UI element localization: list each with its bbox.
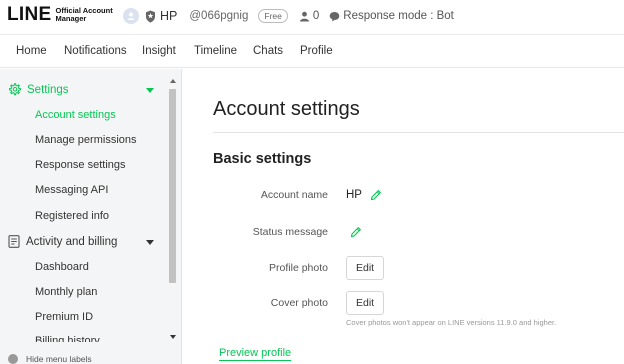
nav-timeline[interactable]: Timeline [194,45,237,57]
cover-photo-label: Cover photo [270,297,328,309]
sidebar-item-manage-permissions[interactable]: Manage permissions [35,134,137,146]
account-name-value: HP [346,189,362,201]
activity-caret-icon[interactable] [146,240,154,245]
sidebar-item-premium-id[interactable]: Premium ID [35,311,93,323]
nav-home[interactable]: Home [16,45,47,57]
avatar-icon[interactable] [123,8,139,24]
account-name[interactable]: HP [160,9,177,23]
hide-menu-labels-text: Hide menu labels [26,354,92,364]
plan-badge: Free [258,9,288,23]
logo-wordmark: LINE [7,4,52,25]
chat-bubble-icon [329,11,340,21]
top-header: LINE Official Account Manager HP @066pgn… [0,0,624,34]
logo-subtitle: Official Account Manager [55,7,112,23]
shield-icon [146,10,155,22]
main-nav: Home Notifications Insight Timeline Chat… [0,34,624,68]
main-content: Account settings Basic settings Account … [182,69,624,364]
account-name-value-group: HP [346,189,382,201]
settings-caret-icon[interactable] [146,88,154,93]
response-mode[interactable]: Response mode : Bot [329,10,454,22]
document-icon [8,235,20,248]
sidebar-item-registered-info[interactable]: Registered info [35,210,109,222]
profile-photo-label: Profile photo [269,262,328,274]
profile-photo-edit-button[interactable]: Edit [346,256,385,280]
person-icon [299,11,309,21]
preview-profile-link[interactable]: Preview profile [219,347,292,361]
section-title: Basic settings [213,151,312,167]
pencil-icon[interactable] [350,226,362,238]
logo-subtitle-line2: Manager [55,14,87,23]
nav-insight[interactable]: Insight [142,45,176,57]
title-divider [213,132,624,133]
nav-chats[interactable]: Chats [253,45,283,57]
response-mode-label: Response mode : Bot [343,10,454,22]
nav-profile[interactable]: Profile [300,45,333,57]
account-name-label: Account name [260,189,328,201]
pencil-icon[interactable] [370,189,382,201]
sidebar-item-dashboard[interactable]: Dashboard [35,261,89,273]
status-message-label: Status message [252,226,328,238]
page-title: Account settings [213,98,360,120]
gear-icon [8,83,21,96]
nav-notifications[interactable]: Notifications [64,45,127,57]
sidebar-item-response-settings[interactable]: Response settings [35,159,126,171]
line-logo[interactable]: LINE Official Account Manager [7,4,113,26]
status-message-value-group [350,226,362,238]
sidebar-section-activity-billing[interactable]: Activity and billing [8,235,117,248]
sidebar-section-settings[interactable]: Settings [8,83,69,96]
scroll-down-arrow-icon[interactable] [170,335,176,339]
account-id: @066pgnig [189,10,249,22]
sidebar-section-activity-label: Activity and billing [26,235,118,248]
account-info: HP @066pgnig Free 0 Response mode : Bot [123,8,454,24]
cover-photo-note: Cover photos won't appear on LINE versio… [346,318,557,327]
sidebar: Settings Account settings Manage permiss… [0,69,182,364]
scroll-up-arrow-icon[interactable] [170,79,176,83]
friends-count-value: 0 [312,10,320,22]
sidebar-section-settings-label: Settings [27,83,69,96]
sidebar-scrollbar[interactable] [168,77,178,343]
collapse-icon [8,354,18,364]
sidebar-item-messaging-api[interactable]: Messaging API [35,184,108,196]
sidebar-item-billing-history[interactable]: Billing history [35,335,100,342]
sidebar-item-account-settings[interactable]: Account settings [35,109,116,121]
sidebar-item-monthly-plan[interactable]: Monthly plan [35,286,97,298]
friends-count[interactable]: 0 [299,10,319,22]
cover-photo-edit-button[interactable]: Edit [346,291,385,315]
scroll-thumb[interactable] [169,89,176,283]
hide-menu-labels-toggle[interactable]: Hide menu labels [8,354,92,364]
